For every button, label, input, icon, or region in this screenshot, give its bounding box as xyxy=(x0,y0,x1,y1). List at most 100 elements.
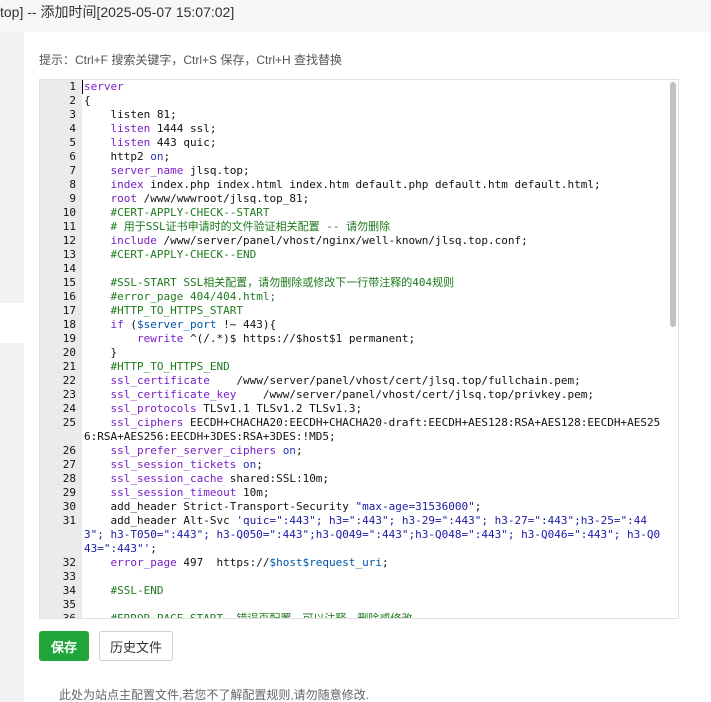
code-lines[interactable]: 1 server 2{3 listen 81; 4 listen 1444 ssl; 5… xyxy=(40,80,670,618)
code-text[interactable] xyxy=(82,262,670,276)
code-line[interactable]: 16 #error_page 404/404.html; xyxy=(40,290,670,304)
code-text[interactable]: #error_page 404/404.html; xyxy=(82,290,670,304)
code-line[interactable]: 30 add_header Strict-Transport-Security … xyxy=(40,500,670,514)
code-text[interactable]: server xyxy=(82,80,670,94)
code-line[interactable]: 27 ssl_session_tickets on; xyxy=(40,458,670,472)
code-editor[interactable]: 1 server 2{3 listen 81; 4 listen 1444 ssl; 5… xyxy=(39,79,679,619)
code-line[interactable]: 36 #ERROR-PAGE-START 错误页配置，可以注释、删除或修改 xyxy=(40,612,670,618)
code-text[interactable]: #CERT-APPLY-CHECK--END xyxy=(82,248,670,262)
code-line[interactable]: 29 ssl_session_timeout 10m; xyxy=(40,486,670,500)
code-text[interactable]: #ERROR-PAGE-START 错误页配置，可以注释、删除或修改 xyxy=(82,612,670,618)
code-line[interactable]: 22 ssl_certificate /www/server/panel/vho… xyxy=(40,374,670,388)
shortcut-hint: 提示：Ctrl+F 搜索关键字，Ctrl+S 保存，Ctrl+H 查找替换 xyxy=(39,53,343,67)
code-text[interactable]: #SSL-END xyxy=(82,584,670,598)
line-number: 2 xyxy=(69,94,76,107)
code-line[interactable]: 28 ssl_session_cache shared:SSL:10m; xyxy=(40,472,670,486)
code-token: add_header xyxy=(84,500,184,513)
code-line[interactable]: 26 ssl_prefer_server_ciphers on; xyxy=(40,444,670,458)
code-text[interactable]: add_header Strict-Transport-Security "ma… xyxy=(82,500,670,514)
code-text[interactable]: server_name jlsq.top; xyxy=(82,164,670,178)
code-text[interactable]: index index.php index.html index.htm def… xyxy=(82,178,670,192)
code-text[interactable]: ssl_prefer_server_ciphers on; xyxy=(82,444,670,458)
code-line[interactable]: 11 # 用于SSL证书申请时的文件验证相关配置 -- 请勿删除 xyxy=(40,220,670,234)
code-text[interactable]: error_page 497 https://$host$request_uri… xyxy=(82,556,670,570)
code-line[interactable]: 9 root /www/wwwroot/jlsq.top_81; xyxy=(40,192,670,206)
line-number: 14 xyxy=(62,262,76,275)
code-token: error_page xyxy=(84,556,184,569)
code-line[interactable]: 14 xyxy=(40,262,670,276)
code-line[interactable]: 7 server_name jlsq.top; xyxy=(40,164,670,178)
code-text[interactable]: root /www/wwwroot/jlsq.top_81; xyxy=(82,192,670,206)
code-text[interactable]: ssl_session_cache shared:SSL:10m; xyxy=(82,472,670,486)
code-text[interactable]: listen 443 quic; xyxy=(82,136,670,150)
editor-scrollbar[interactable] xyxy=(670,82,676,327)
code-text[interactable]: { xyxy=(82,94,670,108)
code-line[interactable]: 32 error_page 497 https://$host$request_… xyxy=(40,556,670,570)
code-line[interactable]: 6 http2 on; xyxy=(40,150,670,164)
code-token: ssl_session_tickets xyxy=(84,458,243,471)
code-text[interactable]: } xyxy=(82,346,670,360)
code-line[interactable]: 21 #HTTP_TO_HTTPS_END xyxy=(40,360,670,374)
code-line[interactable]: 23 ssl_certificate_key /www/server/panel… xyxy=(40,388,670,402)
code-text[interactable]: ssl_session_tickets on; xyxy=(82,458,670,472)
line-number: 17 xyxy=(62,304,76,317)
code-text[interactable]: ssl_protocols TLSv1.1 TLSv1.2 TLSv1.3; xyxy=(82,402,670,416)
code-line[interactable]: 1 server xyxy=(40,80,670,94)
line-number: 8 xyxy=(69,178,76,191)
code-line[interactable]: 15 #SSL-START SSL相关配置，请勿删除或修改下一行带注释的404规… xyxy=(40,276,670,290)
line-number: 1 xyxy=(69,80,76,93)
code-line[interactable]: 5 listen 443 quic; xyxy=(40,136,670,150)
code-token: listen 81; xyxy=(84,108,177,121)
code-token: shared:SSL:10m; xyxy=(229,472,330,485)
code-text[interactable]: ssl_session_timeout 10m; xyxy=(82,486,670,500)
code-line[interactable]: 4 listen 1444 ssl; xyxy=(40,122,670,136)
code-text[interactable]: #SSL-START SSL相关配置，请勿删除或修改下一行带注释的404规则 xyxy=(82,276,670,290)
code-text[interactable]: #HTTP_TO_HTTPS_END xyxy=(82,360,670,374)
code-line[interactable]: 18 if ($server_port !~ 443){ xyxy=(40,318,670,332)
code-line[interactable]: 35 xyxy=(40,598,670,612)
line-number: 7 xyxy=(69,164,76,177)
code-text[interactable]: ssl_certificate /www/server/panel/vhost/… xyxy=(82,374,670,388)
code-text[interactable] xyxy=(82,598,670,612)
code-text[interactable]: #CERT-APPLY-CHECK--START xyxy=(82,206,670,220)
code-line[interactable]: 34 #SSL-END xyxy=(40,584,670,598)
code-text[interactable]: # 用于SSL证书申请时的文件验证相关配置 -- 请勿删除 xyxy=(82,220,670,234)
code-text[interactable]: include /www/server/panel/vhost/nginx/we… xyxy=(82,234,670,248)
code-text[interactable]: http2 on; xyxy=(82,150,670,164)
line-number: 13 xyxy=(62,248,76,261)
code-text[interactable]: #HTTP_TO_HTTPS_START xyxy=(82,304,670,318)
code-line[interactable]: 8 index index.php index.html index.htm d… xyxy=(40,178,670,192)
code-token: } xyxy=(84,346,118,359)
code-line[interactable]: 17 #HTTP_TO_HTTPS_START xyxy=(40,304,670,318)
code-line[interactable]: 19 rewrite ^(/.*)$ https://$host$1 perma… xyxy=(40,332,670,346)
code-text[interactable]: rewrite ^(/.*)$ https://$host$1 permanen… xyxy=(82,332,670,346)
code-line[interactable]: 25 ssl_ciphers EECDH+CHACHA20:EECDH+CHAC… xyxy=(40,416,670,444)
code-token: 497 https:// xyxy=(183,556,270,569)
code-token: ( xyxy=(130,318,137,331)
code-line[interactable]: 33 xyxy=(40,570,670,584)
code-line[interactable]: 13 #CERT-APPLY-CHECK--END xyxy=(40,248,670,262)
code-line[interactable]: 31 add_header Alt-Svc 'quic=":443"; h3="… xyxy=(40,514,670,556)
code-line[interactable]: 2{ xyxy=(40,94,670,108)
code-token: "max-age=31536000" xyxy=(355,500,475,513)
code-text[interactable]: add_header Alt-Svc 'quic=":443"; h3=":44… xyxy=(82,514,670,556)
code-token: ssl_certificate_key xyxy=(84,388,263,401)
code-line[interactable]: 12 include /www/server/panel/vhost/nginx… xyxy=(40,234,670,248)
code-text[interactable]: if ($server_port !~ 443){ xyxy=(82,318,670,332)
line-number: 22 xyxy=(62,374,76,387)
code-line[interactable]: 20 } xyxy=(40,346,670,360)
code-text[interactable] xyxy=(82,570,670,584)
code-text[interactable]: listen 1444 ssl; xyxy=(82,122,670,136)
code-token: ; xyxy=(163,150,171,163)
left-panel-gap xyxy=(0,303,24,343)
code-token: $server_port xyxy=(137,318,217,331)
code-text[interactable]: ssl_certificate_key /www/server/panel/vh… xyxy=(82,388,670,402)
code-text[interactable]: listen 81; xyxy=(82,108,670,122)
code-line[interactable]: 24 ssl_protocols TLSv1.1 TLSv1.2 TLSv1.3… xyxy=(40,402,670,416)
line-number: 21 xyxy=(62,360,76,373)
history-files-button[interactable]: 历史文件 xyxy=(99,631,173,661)
code-line[interactable]: 3 listen 81; xyxy=(40,108,670,122)
save-button[interactable]: 保存 xyxy=(39,631,89,661)
code-line[interactable]: 10 #CERT-APPLY-CHECK--START xyxy=(40,206,670,220)
code-text[interactable]: ssl_ciphers EECDH+CHACHA20:EECDH+CHACHA2… xyxy=(82,416,670,444)
